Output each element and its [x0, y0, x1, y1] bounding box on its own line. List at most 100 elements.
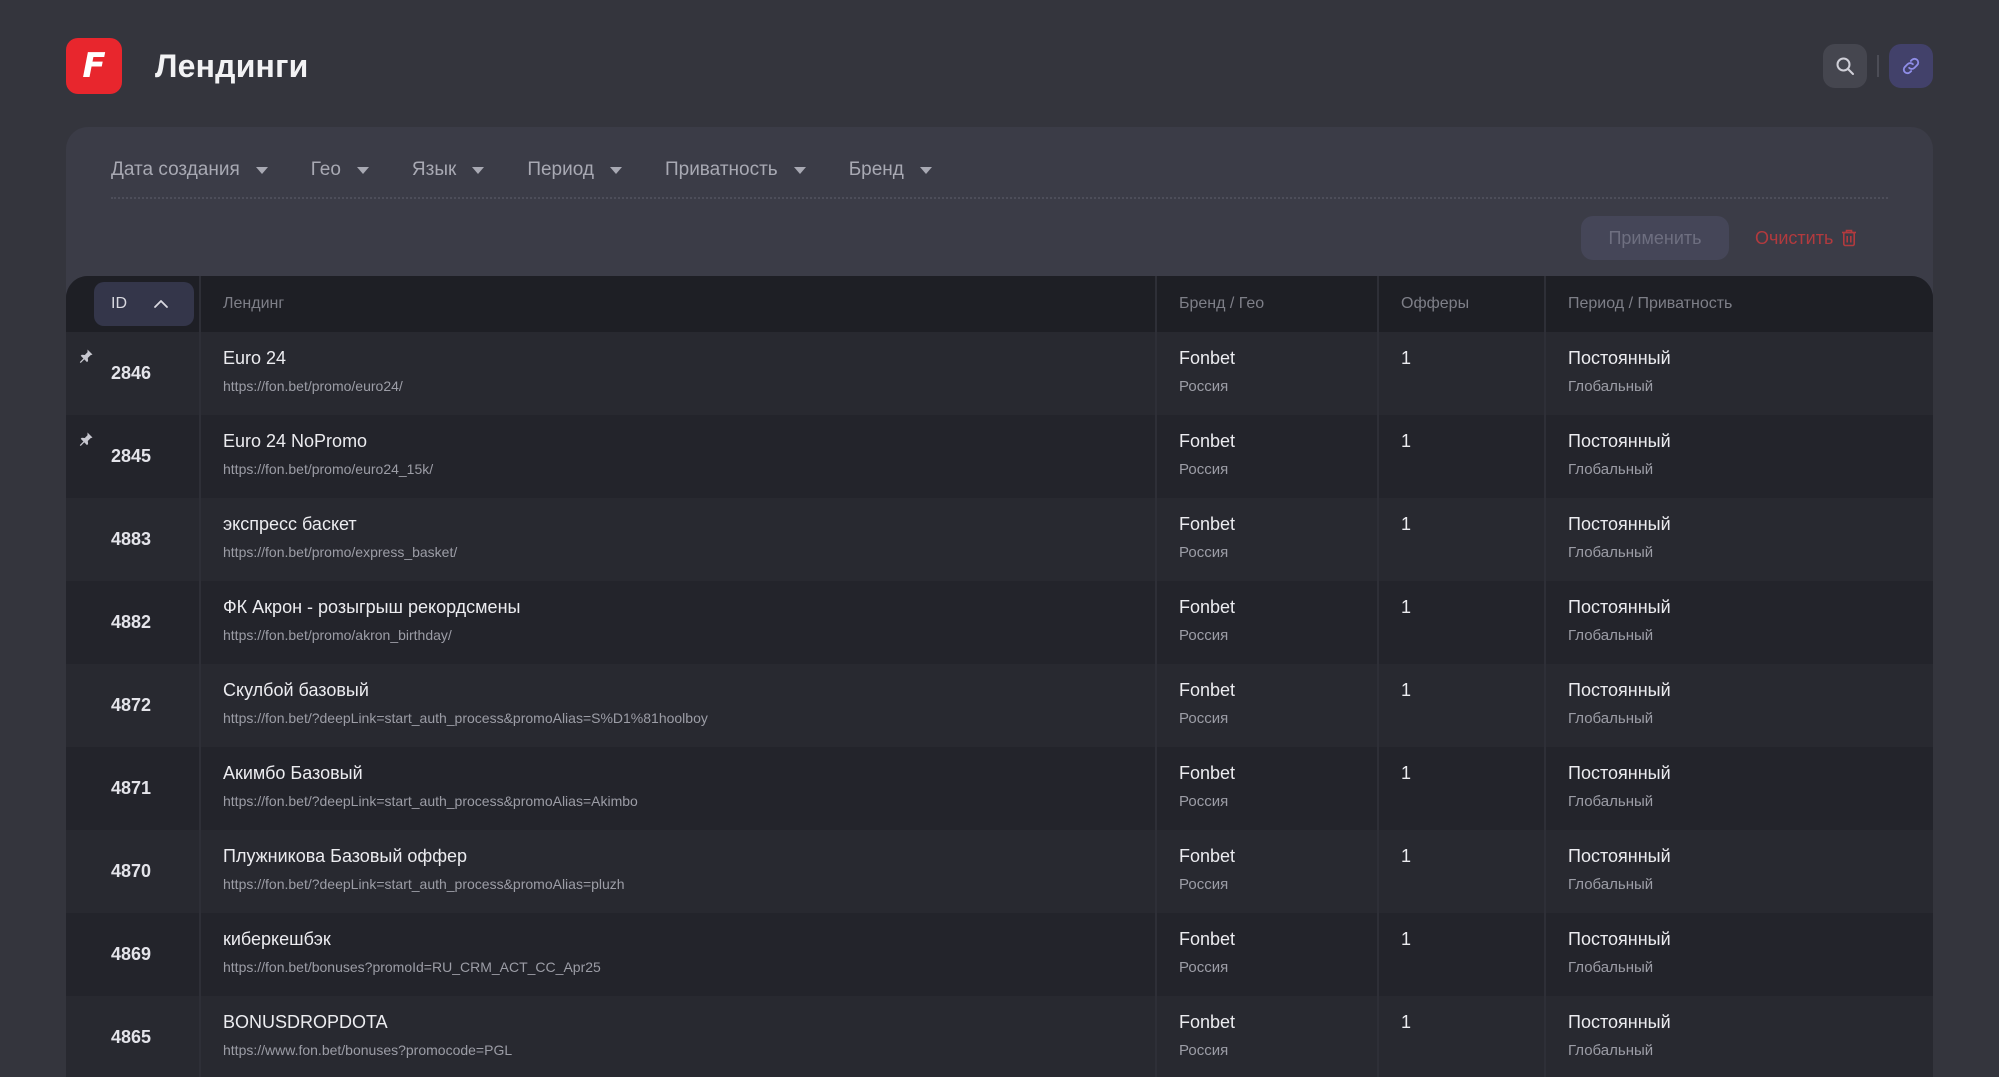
row-id: 2846	[111, 363, 152, 383]
offers-count: 1	[1401, 514, 1412, 534]
filter-label: Период	[527, 159, 594, 180]
brand-geo-cell: Fonbet Россия	[1179, 431, 1235, 478]
landing-cell: Euro 24 https://fon.bet/promo/euro24/	[223, 348, 403, 394]
table-row[interactable]: 2845 Euro 24 NoPromo https://fon.bet/promo…	[66, 415, 1933, 498]
table-row[interactable]: 4869 киберкешбэк https://fon.bet/bonuses?p…	[66, 913, 1933, 996]
caret-down-icon	[793, 166, 806, 174]
filters-divider	[111, 197, 1888, 199]
brand-geo-cell: Fonbet Россия	[1179, 846, 1235, 893]
brand-geo-cell: Fonbet Россия	[1179, 597, 1235, 644]
filter-dropdown[interactable]: Бренд	[849, 153, 932, 187]
geo-name: Россия	[1179, 461, 1229, 478]
landing-url: https://www.fon.bet/bonuses?promocode=PG…	[223, 1042, 513, 1058]
landing-cell: BONUSDROPDOTA https://www.fon.bet/bonuses…	[223, 1012, 512, 1058]
period-value: Постоянный	[1568, 1012, 1671, 1032]
period-privacy-cell: Постоянный Глобальный	[1568, 431, 1671, 478]
brand-geo-cell: Fonbet Россия	[1179, 514, 1235, 561]
brand-name: Fonbet	[1179, 846, 1236, 866]
apply-button[interactable]: Применить	[1581, 216, 1729, 260]
landing-name[interactable]: BONUSDROPDOTA	[223, 1012, 512, 1033]
table-row[interactable]: 4871 Акимбо Базовый https://fon.bet/?deepL…	[66, 747, 1933, 830]
offers-count: 1	[1401, 929, 1412, 949]
filter-dropdown[interactable]: Период	[527, 153, 622, 187]
geo-name: Россия	[1179, 959, 1229, 976]
period-privacy-cell: Постоянный Глобальный	[1568, 929, 1671, 976]
caret-down-icon	[356, 166, 369, 174]
filter-dropdown[interactable]: Гео	[311, 153, 369, 187]
clear-button[interactable]: Очистить	[1755, 216, 1857, 260]
offers-count: 1	[1401, 1012, 1412, 1032]
landing-cell: Акимбо Базовый https://fon.bet/?deepLink=…	[223, 763, 638, 809]
brand-name: Fonbet	[1179, 597, 1236, 617]
header-actions	[1823, 44, 1933, 88]
fonbet-logo[interactable]: F	[66, 38, 122, 94]
period-value: Постоянный	[1568, 846, 1671, 866]
logo-letter: F	[82, 46, 106, 86]
landing-cell: Скулбой базовый https://fon.bet/?deepLink…	[223, 680, 708, 726]
caret-down-icon	[255, 166, 268, 174]
geo-name: Россия	[1179, 876, 1229, 893]
table-row[interactable]: 4865 BONUSDROPDOTA https://www.fon.bet/bon…	[66, 996, 1933, 1077]
offers-count: 1	[1401, 846, 1412, 866]
link-icon	[1902, 57, 1920, 75]
period-privacy-cell: Постоянный Глобальный	[1568, 597, 1671, 644]
landing-header: Лендинг	[223, 295, 285, 312]
period-privacy-cell: Постоянный Глобальный	[1568, 514, 1671, 561]
landing-name[interactable]: киберкешбэк	[223, 929, 601, 950]
landing-name[interactable]: экспресс баскет	[223, 514, 457, 535]
landing-url: https://fon.bet/promo/akron_birthday/	[223, 627, 452, 643]
link-button[interactable]	[1889, 44, 1933, 88]
table-row[interactable]: 4883 экспресс баскет https://fon.bet/promo…	[66, 498, 1933, 581]
filter-label: Приватность	[664, 159, 778, 180]
landing-cell: экспресс баскет https://fon.bet/promo/exp…	[223, 514, 457, 560]
header-divider	[1877, 55, 1879, 77]
filter-dropdown[interactable]: Язык	[412, 153, 485, 187]
period-value: Постоянный	[1568, 680, 1671, 700]
pin-icon[interactable]	[78, 431, 94, 452]
period-privacy-cell: Постоянный Глобальный	[1568, 348, 1671, 395]
landing-name[interactable]: Скулбой базовый	[223, 680, 708, 701]
landing-cell: киберкешбэк https://fon.bet/bonuses?promo…	[223, 929, 601, 975]
landing-cell: Плужникова Базовый оффер https://fon.bet/…	[223, 846, 625, 892]
brand-name: Fonbet	[1179, 929, 1236, 949]
landing-name[interactable]: Акимбо Базовый	[223, 763, 638, 784]
filter-row: Дата создания Гео Язык Период Приватность Бре…	[111, 153, 975, 187]
landings-table: ID Лендинг Бренд / Гео Офферы Период / П…	[66, 276, 1933, 1077]
landing-name[interactable]: Плужникова Базовый оффер	[223, 846, 625, 867]
caret-down-icon	[609, 166, 622, 174]
brand-geo-cell: Fonbet Россия	[1179, 929, 1235, 976]
table-row[interactable]: 4870 Плужникова Базовый оффер https://fon.…	[66, 830, 1933, 913]
landing-name[interactable]: ФК Акрон - розыгрыш рекордсмены	[223, 597, 520, 618]
landing-url: https://fon.bet/promo/euro24/	[223, 378, 403, 394]
brand-name: Fonbet	[1179, 514, 1236, 534]
sort-by-id-button[interactable]: ID	[94, 282, 194, 326]
filter-dropdown[interactable]: Приватность	[665, 153, 806, 187]
filter-label: Дата создания	[111, 159, 240, 180]
row-id: 4869	[111, 944, 152, 964]
landing-url: https://fon.bet/?deepLink=start_auth_pro…	[223, 710, 708, 726]
table-row[interactable]: 4882 ФК Акрон - розыгрыш рекордсмены https…	[66, 581, 1933, 664]
privacy-value: Глобальный	[1568, 378, 1654, 395]
brand-geo-header: Бренд / Гео	[1179, 295, 1265, 312]
period-privacy-header: Период / Приватность	[1568, 295, 1733, 312]
privacy-value: Глобальный	[1568, 710, 1654, 727]
row-id: 4883	[111, 529, 152, 549]
filter-label: Гео	[310, 159, 341, 180]
table-row[interactable]: 2846 Euro 24 https://fon.bet/promo/euro24/…	[66, 332, 1933, 415]
pin-icon[interactable]	[78, 348, 94, 369]
period-value: Постоянный	[1568, 763, 1671, 783]
trash-icon	[1842, 229, 1857, 247]
brand-name: Fonbet	[1179, 1012, 1236, 1032]
landing-name[interactable]: Euro 24 NoPromo	[223, 431, 433, 452]
offers-count: 1	[1401, 763, 1412, 783]
page-title: Лендинги	[155, 47, 309, 84]
geo-name: Россия	[1179, 627, 1229, 644]
period-privacy-cell: Постоянный Глобальный	[1568, 680, 1671, 727]
filter-dropdown[interactable]: Дата создания	[111, 153, 268, 187]
period-value: Постоянный	[1568, 929, 1671, 949]
landing-name[interactable]: Euro 24	[223, 348, 403, 369]
column-divider	[199, 276, 201, 1077]
search-button[interactable]	[1823, 44, 1867, 88]
table-row[interactable]: 4872 Скулбой базовый https://fon.bet/?deep…	[66, 664, 1933, 747]
brand-geo-cell: Fonbet Россия	[1179, 348, 1235, 395]
